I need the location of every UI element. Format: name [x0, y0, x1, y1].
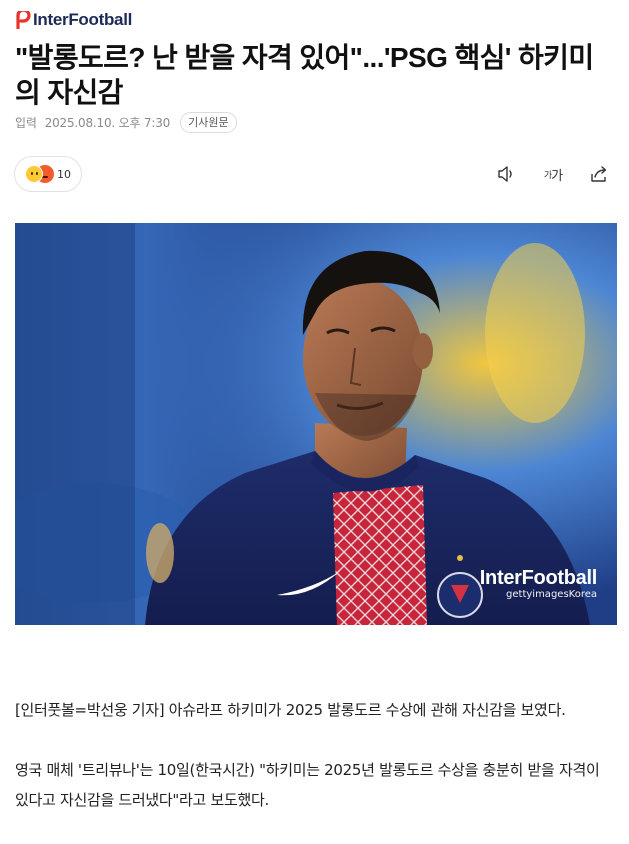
player-photo-illustration	[15, 223, 617, 625]
reaction-emojis	[25, 165, 55, 183]
font-size-button[interactable]: 가가	[542, 163, 564, 185]
watermark-title: InterFootball	[479, 567, 598, 589]
body-paragraph: 영국 매체 '트리뷰나'는 10일(한국시간) "하키미는 2025년 발롱도르…	[15, 761, 600, 809]
font-size-small-glyph: 가	[543, 170, 552, 181]
smile-emoji-icon	[25, 165, 43, 183]
published-label: 입력	[15, 116, 37, 130]
share-button[interactable]	[588, 163, 610, 185]
watermark-credit: gettyimagesKorea	[506, 589, 597, 600]
font-size-large-glyph: 가	[551, 168, 563, 184]
article-headline: "발롱도르? 난 받을 자격 있어"...'PSG 핵심' 하키미의 자신감	[15, 42, 594, 108]
reaction-button[interactable]: 10	[14, 156, 82, 192]
article-body: [인터풋볼=박선웅 기자] 아슈라프 하키미가 2025 발롱도르 수상에 관해…	[15, 695, 613, 815]
text-to-speech-button[interactable]	[496, 163, 518, 185]
reaction-count: 10	[57, 167, 71, 181]
brand-name: InterFootball	[33, 10, 133, 29]
published-date: 2025.08.10. 오후 7:30	[44, 116, 171, 130]
original-article-button[interactable]: 기사원문	[180, 112, 237, 133]
photo-watermark: InterFootball gettyimagesKorea	[479, 567, 598, 601]
article-photo[interactable]: InterFootball gettyimagesKorea	[15, 223, 617, 625]
body-paragraph: [인터풋볼=박선웅 기자] 아슈라프 하키미가 2025 발롱도르 수상에 관해…	[15, 701, 566, 719]
article-toolbar: 가가	[496, 163, 610, 185]
article-page: InterFootball "발롱도르? 난 받을 자격 있어"...'PSG …	[0, 0, 629, 844]
article-meta: 입력 2025.08.10. 오후 7:30 기사원문	[15, 112, 237, 133]
brand-logo[interactable]: InterFootball	[15, 10, 132, 30]
brand-mark-icon	[16, 11, 31, 29]
share-icon	[591, 166, 607, 182]
speaker-icon	[498, 166, 512, 182]
